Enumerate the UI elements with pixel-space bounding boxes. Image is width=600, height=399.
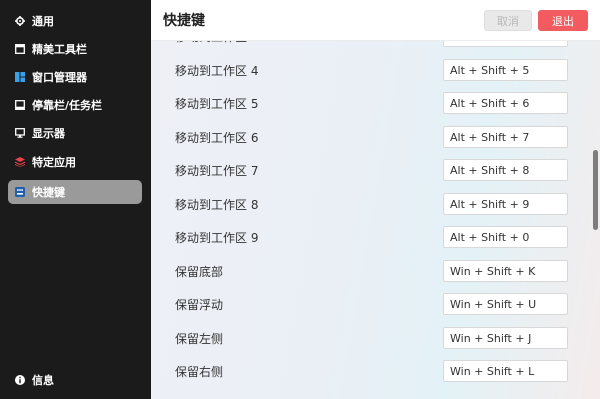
- shortcut-key-field[interactable]: Alt + Shift + 0: [443, 226, 568, 248]
- sidebar-item-specific-apps[interactable]: 特定应用: [8, 150, 142, 174]
- sidebar-item-label: 停靠栏/任务栏: [32, 99, 103, 112]
- shortcut-row: 保留底部 Win + Shift + K: [151, 255, 581, 289]
- monitor-icon: [15, 128, 25, 138]
- shortcut-label: 移动到工作区 7: [175, 164, 259, 178]
- sidebar-item-label: 通用: [32, 15, 54, 28]
- shortcut-label: 移动到工作区 5: [175, 97, 259, 111]
- sidebar-item-shortcuts[interactable]: 快捷键: [8, 180, 142, 204]
- cancel-button[interactable]: 取消: [484, 10, 532, 31]
- main-panel: 快捷键 取消 退出 移动到工作区 3 Alt + Shift + 4 移动到工作…: [151, 0, 600, 399]
- keyboard-icon: [15, 187, 25, 197]
- sidebar-item-label: 快捷键: [32, 186, 65, 199]
- shortcut-row: 移动到工作区 7 Alt + Shift + 8: [151, 154, 581, 188]
- shortcut-label: 保留浮动: [175, 298, 224, 312]
- layers-icon: [15, 157, 25, 167]
- shortcut-row: 保留左侧 Win + Shift + J: [151, 322, 581, 356]
- shortcut-key-field[interactable]: Win + Shift + J: [443, 327, 568, 349]
- shortcut-row: 保留浮动 Win + Shift + U: [151, 288, 581, 322]
- shortcut-key-field[interactable]: Win + Shift + L: [443, 360, 568, 382]
- layout-icon: [15, 72, 25, 82]
- shortcut-row: 移动到工作区 6 Alt + Shift + 7: [151, 121, 581, 155]
- sidebar-item-label: 显示器: [32, 127, 65, 140]
- shortcut-key-field[interactable]: Alt + Shift + 8: [443, 159, 568, 181]
- shortcut-label: 保留左侧: [175, 332, 224, 346]
- sidebar-item-label: 精美工具栏: [32, 43, 87, 56]
- shortcut-key-field[interactable]: Alt + Shift + 7: [443, 126, 568, 148]
- sidebar: 通用 精美工具栏 窗口管理器 停靠栏/任务栏 显示器 特定应用 快捷键 信息: [0, 0, 151, 399]
- gear-icon: [15, 16, 25, 26]
- sidebar-item-window-manager[interactable]: 窗口管理器: [8, 65, 142, 89]
- shortcut-key-field[interactable]: Win + Shift + K: [443, 260, 568, 282]
- shortcut-key-field[interactable]: Alt + Shift + 5: [443, 59, 568, 81]
- shortcut-key-field[interactable]: Alt + Shift + 9: [443, 193, 568, 215]
- shortcut-row: 移动到工作区 5 Alt + Shift + 6: [151, 87, 581, 121]
- shortcut-row: 移动到工作区 8 Alt + Shift + 9: [151, 188, 581, 222]
- shortcut-label: 保留底部: [175, 265, 224, 279]
- sidebar-item-label: 窗口管理器: [32, 71, 87, 84]
- shortcut-label: 保留右侧: [175, 365, 224, 379]
- page-title: 快捷键: [163, 13, 205, 29]
- shortcut-label: 移动到工作区 9: [175, 231, 259, 245]
- scrollbar-thumb[interactable]: [593, 150, 598, 230]
- sidebar-item-display[interactable]: 显示器: [8, 121, 142, 145]
- sidebar-item-toolbar[interactable]: 精美工具栏: [8, 37, 142, 61]
- shortcut-row: 移动到工作区 9 Alt + Shift + 0: [151, 221, 581, 255]
- sidebar-item-label: 特定应用: [32, 156, 76, 169]
- shortcut-key-field[interactable]: Win + Shift + U: [443, 293, 568, 315]
- dock-icon: [15, 100, 25, 110]
- shortcut-key-field[interactable]: Alt + Shift + 6: [443, 92, 568, 114]
- window-icon: [15, 44, 25, 54]
- shortcut-list: 移动到工作区 3 Alt + Shift + 4 移动到工作区 4 Alt + …: [151, 25, 600, 399]
- header: 快捷键 取消 退出: [151, 0, 600, 41]
- shortcut-label: 移动到工作区 4: [175, 64, 259, 78]
- shortcut-label: 移动到工作区 6: [175, 131, 259, 145]
- shortcut-label: 移动到工作区 8: [175, 198, 259, 212]
- sidebar-item-general[interactable]: 通用: [8, 9, 142, 33]
- info-icon: [15, 375, 25, 385]
- sidebar-item-dock[interactable]: 停靠栏/任务栏: [8, 93, 142, 117]
- sidebar-item-label: 信息: [32, 374, 54, 387]
- sidebar-item-info[interactable]: 信息: [8, 368, 142, 392]
- shortcut-row: 保留右侧 Win + Shift + L: [151, 355, 581, 389]
- shortcut-row: 移动到工作区 4 Alt + Shift + 5: [151, 54, 581, 88]
- exit-button[interactable]: 退出: [538, 10, 588, 31]
